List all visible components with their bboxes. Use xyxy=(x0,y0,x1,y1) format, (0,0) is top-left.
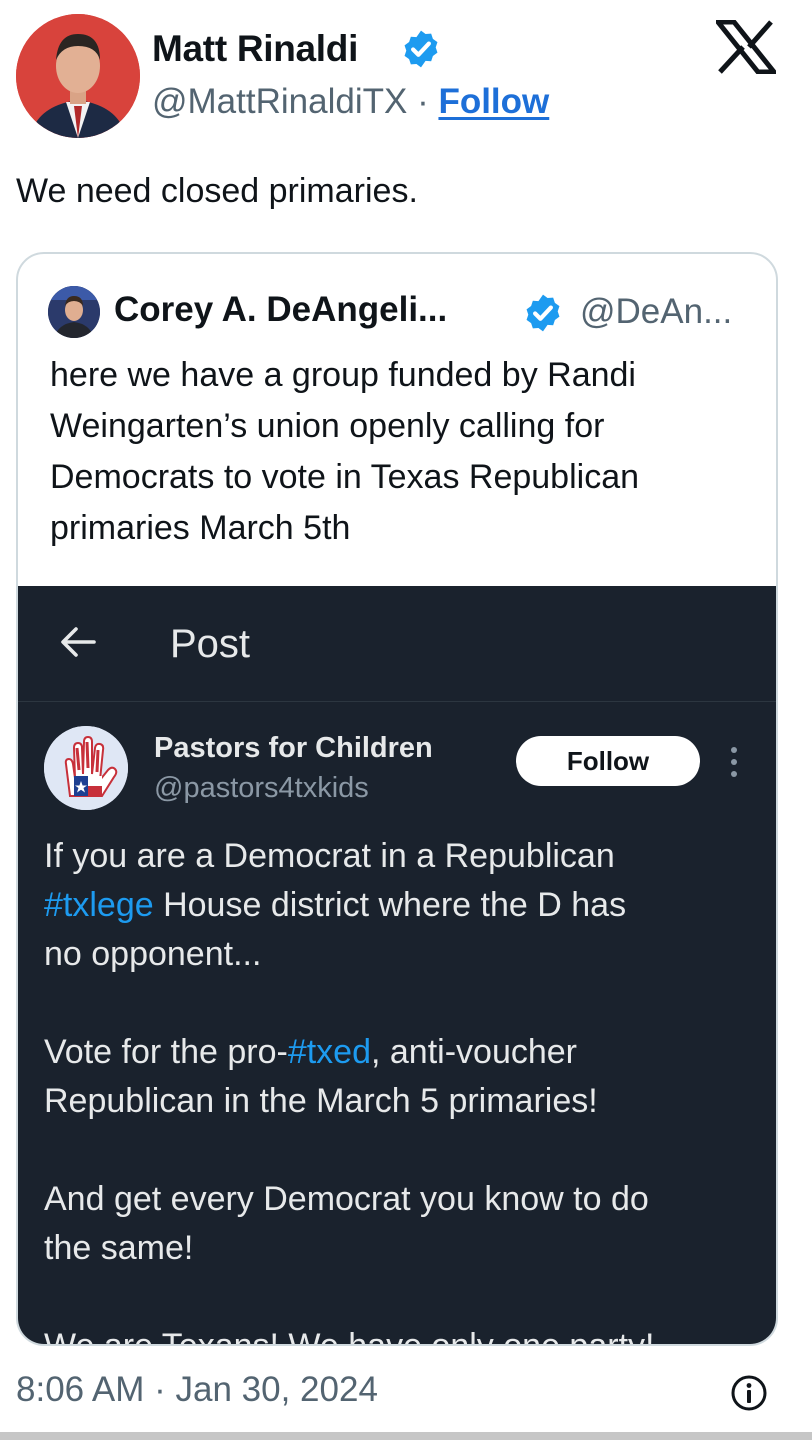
person-avatar-icon xyxy=(48,286,100,338)
embedded-page-title: Post xyxy=(170,622,251,666)
embedded-paragraph: We are Texans! We have only one party! xyxy=(44,1327,655,1346)
info-icon[interactable] xyxy=(730,1374,768,1412)
embedded-follow-button: Follow xyxy=(516,736,700,786)
x-logo-icon[interactable] xyxy=(716,20,776,74)
embedded-paragraph: If you are a Democrat in a Republican #t… xyxy=(44,837,627,973)
quoted-author-avatar[interactable] xyxy=(48,286,100,338)
author-handle-row: @MattRinaldiTX · Follow xyxy=(152,82,549,122)
author-handle[interactable]: @MattRinaldiTX xyxy=(152,82,407,121)
quoted-author-handle[interactable]: @DeAn... xyxy=(580,292,732,332)
quoted-author-name[interactable]: Corey A. DeAngeli... xyxy=(114,290,447,330)
separator-dot: · xyxy=(417,82,429,121)
bottom-divider xyxy=(0,1432,812,1440)
hashtag-link: #txlege xyxy=(44,886,154,924)
tweet-text: We need closed primaries. xyxy=(16,172,418,210)
embedded-account-name: Pastors for Children xyxy=(154,732,433,764)
hashtag-link: #txed xyxy=(287,1033,371,1071)
embedded-paragraph: And get every Democrat you know to do th… xyxy=(44,1180,649,1267)
author-name[interactable]: Matt Rinaldi xyxy=(152,28,358,70)
embedded-account-handle: @pastors4txkids xyxy=(154,772,369,804)
author-avatar[interactable] xyxy=(16,14,140,138)
embedded-paragraph: Vote for the pro-#txed, anti-voucher Rep… xyxy=(44,1033,598,1120)
embedded-account-avatar xyxy=(44,726,128,810)
quoted-tweet-card[interactable]: Corey A. DeAngeli... @DeAn... here we ha… xyxy=(16,252,778,1346)
embedded-post-body: If you are a Democrat in a Republican #t… xyxy=(44,832,756,1346)
texas-flag-hand-icon xyxy=(44,726,128,810)
quoted-tweet-text: here we have a group funded by Randi Wei… xyxy=(50,356,640,547)
embedded-screenshot[interactable]: Post Pastors for Children @pastors4txkid… xyxy=(18,586,776,1346)
tweet-timestamp[interactable]: 8:06 AM · Jan 30, 2024 xyxy=(16,1370,378,1410)
more-options-icon xyxy=(731,747,737,777)
verified-badge-icon xyxy=(404,30,438,68)
follow-link[interactable]: Follow xyxy=(438,82,549,121)
back-arrow-icon xyxy=(61,627,96,657)
person-avatar-icon xyxy=(16,14,140,138)
verified-badge-icon xyxy=(526,294,560,332)
embedded-topbar: Post xyxy=(18,586,776,702)
